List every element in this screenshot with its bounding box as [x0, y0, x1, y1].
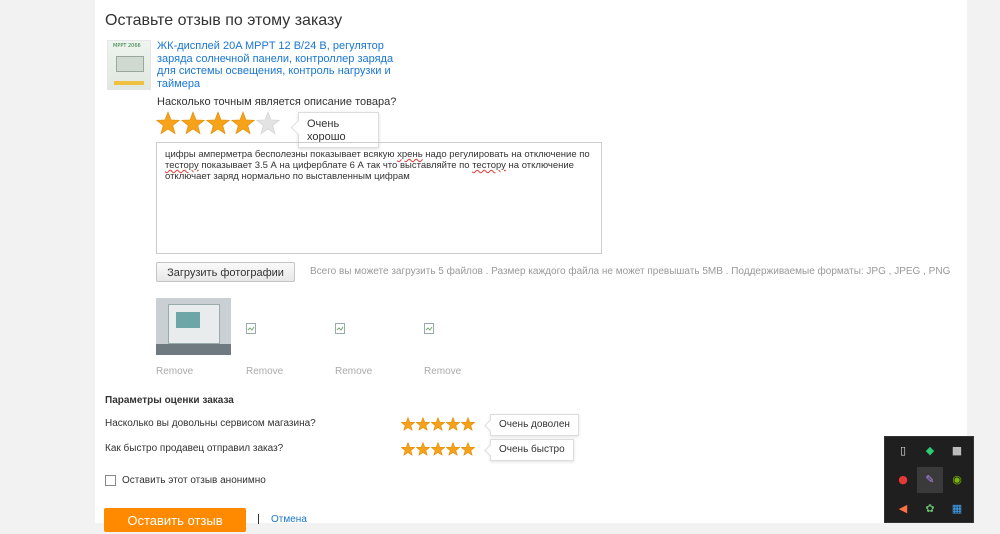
- usb-drive-icon[interactable]: ▯: [895, 443, 911, 459]
- shipping-star-5[interactable]: [461, 442, 475, 456]
- description-star-rating[interactable]: [156, 111, 280, 135]
- description-star-2[interactable]: [181, 111, 205, 135]
- service-star-2[interactable]: [416, 417, 430, 431]
- description-star-5[interactable]: [256, 111, 280, 135]
- uploaded-photo-thumbnail[interactable]: [156, 298, 231, 355]
- device-screen-graphic: [116, 56, 144, 72]
- review-text-fragment: хрень: [397, 149, 423, 160]
- remove-photo-link[interactable]: Remove: [335, 366, 372, 377]
- shipping-star-1[interactable]: [401, 442, 415, 456]
- submit-review-button[interactable]: Оставить отзыв: [104, 508, 246, 532]
- product-image-label: MPPT 2066: [113, 43, 141, 49]
- review-text-fragment: надо регулировать на отключение по: [422, 149, 590, 160]
- description-star-4[interactable]: [231, 111, 255, 135]
- service-star-3[interactable]: [431, 417, 445, 431]
- broken-image-icon[interactable]: [335, 321, 346, 334]
- system-tray-popup: ▯ ◆ ■ ● ✎ ◉ ◀ ✿ ▦: [884, 436, 974, 523]
- page-title: Оставьте отзыв по этому заказу: [105, 12, 343, 29]
- remove-photo-link[interactable]: Remove: [424, 366, 461, 377]
- remove-photo-link[interactable]: Remove: [246, 366, 283, 377]
- broken-image-icon[interactable]: [424, 321, 435, 334]
- device-strip-graphic: [114, 81, 144, 85]
- nvidia-icon[interactable]: ◉: [949, 472, 965, 488]
- rating-question: Насколько точным является описание товар…: [157, 96, 397, 108]
- broken-image-icon[interactable]: [246, 321, 257, 334]
- anonymous-label: Оставить этот отзыв анонимно: [122, 475, 266, 486]
- anonymous-checkbox[interactable]: [105, 475, 116, 486]
- review-text-fragment: показывает 3.5 А на циферблате 6 А так ч…: [198, 160, 473, 171]
- shield-icon[interactable]: ◆: [922, 443, 938, 459]
- description-star-3[interactable]: [206, 111, 230, 135]
- review-textarea[interactable]: цифры амперметра бесполезны показывает в…: [156, 142, 602, 254]
- shipping-star-rating[interactable]: [401, 442, 475, 456]
- shipping-star-2[interactable]: [416, 442, 430, 456]
- photo-lcd-shape: [176, 312, 200, 328]
- seller-rating-section-title: Параметры оценки заказа: [105, 395, 234, 406]
- cancel-link[interactable]: Отмена: [271, 514, 307, 525]
- service-star-rating[interactable]: [401, 417, 475, 431]
- review-text-fragment: тестору: [472, 160, 506, 171]
- shipping-rating-tooltip: Очень быстро: [490, 439, 574, 461]
- anonymous-option[interactable]: Оставить этот отзыв анонимно: [105, 475, 266, 486]
- review-text-fragment: тестору: [165, 160, 199, 171]
- cube-icon[interactable]: ■: [949, 443, 965, 459]
- shipping-star-3[interactable]: [431, 442, 445, 456]
- opera-icon[interactable]: ●: [895, 472, 911, 488]
- arrow-icon[interactable]: ◀: [895, 501, 911, 517]
- description-star-1[interactable]: [156, 111, 180, 135]
- upload-hint: Всего вы можете загрузить 5 файлов . Раз…: [310, 266, 951, 277]
- photo-base-shape: [156, 344, 231, 355]
- product-title-link[interactable]: ЖК-дисплей 20A MPPT 12 В/24 В, регулятор…: [157, 40, 397, 90]
- feather-icon[interactable]: ✎: [922, 472, 938, 488]
- service-star-1[interactable]: [401, 417, 415, 431]
- grid-icon[interactable]: ▦: [949, 501, 965, 517]
- service-question: Насколько вы довольны сервисом магазина?: [105, 418, 316, 429]
- shipping-question: Как быстро продавец отправил заказ?: [105, 443, 284, 454]
- remove-photo-link[interactable]: Remove: [156, 366, 193, 377]
- leaf-icon[interactable]: ✿: [922, 501, 938, 517]
- review-text-fragment: цифры амперметра бесполезны показывает в…: [165, 149, 398, 160]
- upload-photos-button[interactable]: Загрузить фотографии: [156, 262, 295, 282]
- service-star-5[interactable]: [461, 417, 475, 431]
- product-thumbnail[interactable]: MPPT 2066: [107, 40, 151, 90]
- service-star-4[interactable]: [446, 417, 460, 431]
- service-rating-tooltip: Очень доволен: [490, 414, 579, 436]
- shipping-star-4[interactable]: [446, 442, 460, 456]
